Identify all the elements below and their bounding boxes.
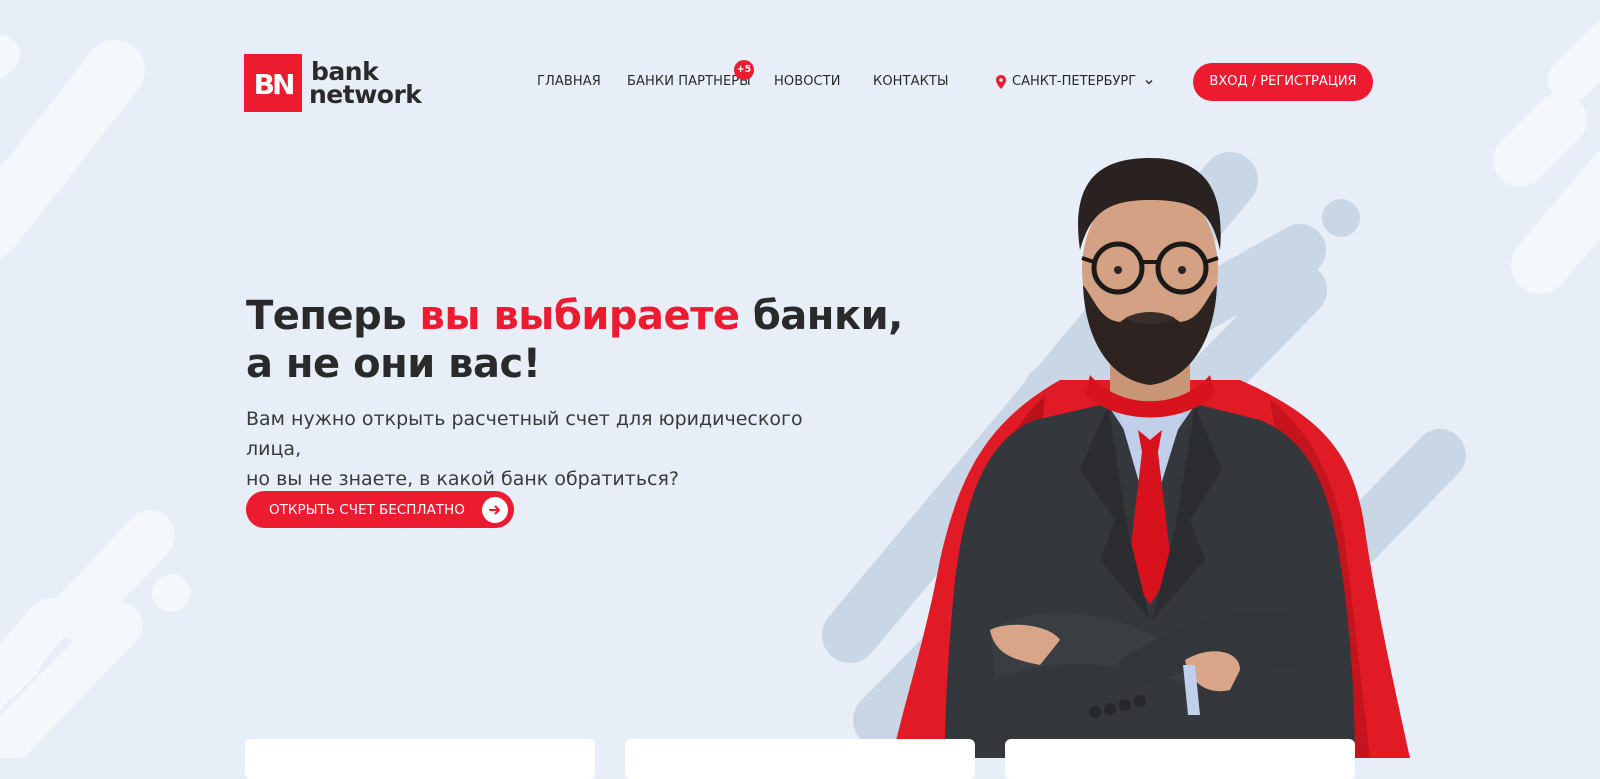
feature-card bbox=[245, 739, 595, 779]
city-label: САНКТ-ПЕТЕРБУРГ bbox=[1012, 74, 1137, 89]
hero-subtitle: Вам нужно открыть расчетный счет для юри… bbox=[246, 404, 846, 494]
logo-mark-icon: BN bbox=[244, 54, 302, 112]
partners-count-badge: +5 bbox=[734, 60, 754, 80]
city-selector[interactable]: САНКТ-ПЕТЕРБУРГ bbox=[996, 74, 1154, 89]
location-pin-icon bbox=[996, 74, 1006, 89]
hero-subtitle-line2: но вы не знаете, в какой банк обратиться… bbox=[246, 468, 680, 490]
nav-item-contacts[interactable]: КОНТАКТЫ bbox=[873, 74, 949, 89]
login-register-button[interactable]: ВХОД / РЕГИСТРАЦИЯ bbox=[1193, 63, 1373, 101]
feature-card bbox=[1005, 739, 1355, 779]
logo-word-network: network bbox=[309, 80, 422, 109]
hero-title-part2: банки, bbox=[739, 293, 903, 339]
logo-mark-text: BN bbox=[254, 68, 293, 101]
hero-title: Теперь вы выбираете банки, а не они вас! bbox=[246, 292, 903, 388]
logo-wordmark: bank network bbox=[309, 59, 422, 109]
chevron-down-icon bbox=[1145, 79, 1153, 84]
open-account-button[interactable]: ОТКРЫТЬ СЧЕТ БЕСПЛАТНО bbox=[246, 491, 514, 528]
hero-title-part1: Теперь bbox=[246, 293, 420, 339]
hero-title-accent: вы выбираете bbox=[419, 293, 740, 339]
feature-card bbox=[625, 739, 975, 779]
site-logo[interactable]: BN bank network bbox=[244, 54, 422, 112]
nav-item-news[interactable]: НОВОСТИ bbox=[774, 74, 841, 89]
arrow-right-icon bbox=[482, 497, 508, 523]
open-account-label: ОТКРЫТЬ СЧЕТ БЕСПЛАТНО bbox=[269, 501, 465, 518]
nav-item-home[interactable]: ГЛАВНАЯ bbox=[537, 74, 601, 89]
hero-subtitle-line1: Вам нужно открыть расчетный счет для юри… bbox=[246, 408, 803, 460]
hero-title-line2: а не они вас! bbox=[246, 341, 541, 387]
nav-item-partner-banks[interactable]: БАНКИ ПАРТНЕРЫ bbox=[627, 74, 751, 89]
